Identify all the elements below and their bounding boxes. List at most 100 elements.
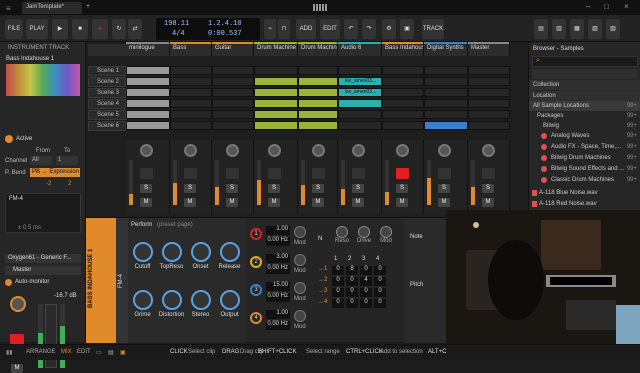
solo-button[interactable]: S	[482, 184, 494, 193]
clip-slot[interactable]	[254, 66, 298, 75]
matrix-cell[interactable]: 4	[360, 277, 372, 286]
layout-icon-3[interactable]: ▦	[570, 19, 584, 39]
macro-knob[interactable]: Onset	[186, 236, 215, 276]
channel-to-select[interactable]: 1	[56, 156, 78, 165]
panel-icon-1[interactable]: ▭	[96, 349, 102, 356]
clip-slot[interactable]	[254, 121, 298, 130]
scene-button[interactable]: Scene 4	[88, 99, 126, 109]
mute-button[interactable]: M	[140, 198, 152, 207]
clip-slot[interactable]	[382, 77, 424, 86]
operator-number[interactable]: 2	[250, 256, 262, 268]
macro-knob-dial[interactable]	[161, 290, 182, 310]
browser-package-item[interactable]: Analog Waves 99+	[529, 131, 640, 141]
filter-knob[interactable]: Reso	[332, 226, 352, 244]
bitwig-item[interactable]: Bitwig 99+	[529, 121, 640, 131]
track-button[interactable]: TRACK	[422, 19, 444, 39]
record-icon[interactable]: ●	[92, 19, 108, 39]
pbend-from[interactable]: -2	[46, 181, 51, 187]
pan-knob[interactable]	[140, 144, 153, 157]
record-arm-button[interactable]	[226, 168, 239, 179]
track-header[interactable]: Guitar	[212, 42, 254, 56]
mix-tab[interactable]: MIX	[61, 349, 72, 355]
input-select[interactable]: Oxygen61 - Generic F...	[5, 254, 81, 263]
metronome-icon[interactable]: ⌁	[264, 19, 276, 39]
record-arm-button[interactable]	[352, 168, 365, 179]
time-signature[interactable]: 4/4	[172, 30, 185, 38]
preset-selector[interactable]: Perform (preset page)	[131, 222, 243, 232]
settings-icon[interactable]: ⚙	[382, 19, 396, 39]
layout-icon-2[interactable]: ▥	[552, 19, 566, 39]
mute-button[interactable]: M	[184, 198, 196, 207]
pan-knob[interactable]	[184, 144, 197, 157]
macro-knob[interactable]: Grime	[128, 284, 157, 324]
add-tab-button[interactable]: +	[86, 3, 90, 10]
project-tab[interactable]: JamTemplate*	[22, 2, 82, 14]
solo-button[interactable]: S	[438, 184, 450, 193]
clip-slot[interactable]	[424, 77, 468, 86]
clip-slot[interactable]	[424, 110, 468, 119]
browser-package-item[interactable]: Audio FX - Space, Time,... 99+	[529, 142, 640, 152]
layout-icon-4[interactable]: ▧	[588, 19, 602, 39]
matrix-cell[interactable]: 0	[346, 299, 358, 308]
clip-slot[interactable]	[170, 77, 212, 86]
clip-slot[interactable]	[298, 66, 338, 75]
location-item[interactable]: Location	[529, 91, 640, 101]
filter-knob[interactable]: Drive	[354, 226, 374, 244]
clip-slot[interactable]	[468, 77, 510, 86]
operator-ratio[interactable]: 1.00	[266, 310, 290, 319]
clip-slot[interactable]: kw_amen03...	[338, 88, 382, 97]
track-header[interactable]: Bass Indahous...	[382, 42, 424, 56]
matrix-cell[interactable]: 0	[374, 266, 386, 275]
clip-slot[interactable]	[212, 77, 254, 86]
solo-button[interactable]: S	[140, 184, 152, 193]
clip-slot[interactable]	[468, 66, 510, 75]
edit-button[interactable]: EDIT	[320, 19, 340, 39]
pan-knob[interactable]	[396, 144, 409, 157]
clip-slot[interactable]	[254, 88, 298, 97]
punch-icon[interactable]: ⊓	[278, 19, 290, 39]
clip-slot[interactable]	[298, 121, 338, 130]
stop-icon[interactable]: ■	[72, 19, 88, 39]
track-header[interactable]: Drum Machine	[298, 42, 338, 56]
operator-number[interactable]: 4	[250, 312, 262, 324]
pan-knob[interactable]	[10, 296, 26, 312]
mute-button[interactable]: M	[352, 198, 364, 207]
automonitor-icon[interactable]	[5, 279, 12, 286]
clip-slot[interactable]	[424, 66, 468, 75]
redo-icon[interactable]: ↷	[362, 19, 376, 39]
operator-mod-knob[interactable]	[294, 282, 306, 294]
clip-slot[interactable]	[126, 121, 170, 130]
matrix-cell[interactable]: 0	[374, 288, 386, 297]
pbend-to[interactable]: 2	[68, 181, 71, 187]
clip-slot[interactable]	[212, 66, 254, 75]
track-header[interactable]: Bass	[170, 42, 212, 56]
record-arm-button[interactable]	[438, 168, 451, 179]
clip-slot[interactable]	[126, 77, 170, 86]
operator-ratio[interactable]: 3.00	[266, 254, 290, 263]
clip-slot[interactable]	[382, 66, 424, 75]
browser-filter-icons[interactable]	[532, 69, 638, 79]
track-header[interactable]: Digital Synths	[424, 42, 468, 56]
mute-button[interactable]: M	[11, 364, 23, 373]
clip-slot[interactable]	[338, 66, 382, 75]
track-header[interactable]: minilogue	[126, 42, 170, 56]
mute-button[interactable]: M	[268, 198, 280, 207]
clip-slot[interactable]	[424, 121, 468, 130]
clip-slot[interactable]	[468, 121, 510, 130]
clip-slot[interactable]	[212, 88, 254, 97]
track-name[interactable]: Bass Indahouse 1	[6, 56, 54, 62]
mute-button[interactable]: M	[226, 198, 238, 207]
record-arm-button[interactable]	[184, 168, 197, 179]
scene-button[interactable]: Scene 1	[88, 66, 126, 76]
filter-knob[interactable]: Mod	[376, 226, 396, 244]
clip-slot[interactable]	[382, 88, 424, 97]
matrix-cell[interactable]: 8	[346, 266, 358, 275]
solo-button[interactable]: S	[396, 184, 408, 193]
record-arm-button[interactable]	[140, 168, 153, 179]
pan-knob[interactable]	[226, 144, 239, 157]
clip-slot[interactable]	[298, 88, 338, 97]
browser-package-item[interactable]: Classic Drum Machines 99+	[529, 175, 640, 185]
solo-button[interactable]: S	[184, 184, 196, 193]
file-button[interactable]: FILE	[5, 19, 23, 39]
matrix-cell[interactable]: 0	[374, 299, 386, 308]
